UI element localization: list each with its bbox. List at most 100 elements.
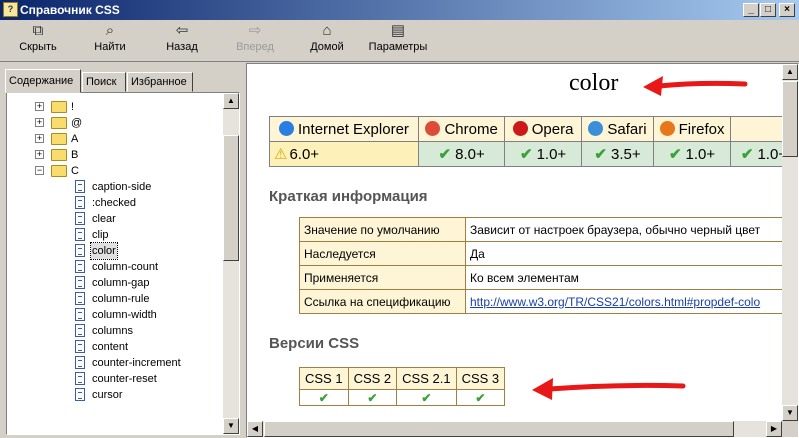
- tree-item[interactable]: color: [7, 242, 217, 260]
- safari-icon: [588, 120, 604, 136]
- tree-item-label: color: [90, 242, 118, 260]
- hide-button[interactable]: ⧉ Скрыть: [16, 22, 60, 60]
- check-icon: ✔: [438, 146, 452, 163]
- document-icon: [75, 244, 85, 257]
- find-button[interactable]: ⌕ Найти: [88, 22, 132, 60]
- collapse-icon[interactable]: −: [35, 166, 44, 175]
- css-version-label: CSS 2: [347, 367, 398, 390]
- home-button[interactable]: ⌂ Домой: [304, 22, 350, 60]
- summary-key: Наследуется: [299, 241, 466, 266]
- options-icon: ▤: [390, 22, 406, 39]
- ie-icon: [279, 120, 295, 136]
- tree-folder[interactable]: +!: [7, 99, 217, 115]
- tree-item[interactable]: column-gap: [7, 275, 217, 291]
- tree-item-label: clip: [92, 229, 109, 241]
- browser-version: 1.0+: [685, 146, 716, 163]
- tab-favorites[interactable]: Избранное: [127, 72, 193, 92]
- minimize-button[interactable]: _: [743, 3, 759, 17]
- tree-folder-label: B: [71, 149, 79, 161]
- css-version-label: CSS 3: [455, 367, 506, 390]
- tree-item[interactable]: column-width: [7, 307, 217, 323]
- content-scroll-down-button[interactable]: ▼: [782, 405, 798, 421]
- content-hscrollbar[interactable]: ◀ ▶: [247, 421, 782, 437]
- document-icon: [75, 324, 85, 337]
- tree-item[interactable]: counter-increment: [7, 355, 217, 371]
- maximize-button[interactable]: □: [760, 3, 776, 17]
- folder-icon: [51, 101, 67, 113]
- home-icon: ⌂: [322, 22, 332, 39]
- tree-folder[interactable]: + B: [7, 147, 217, 163]
- check-icon: ✔: [740, 146, 754, 163]
- expand-icon[interactable]: +: [35, 102, 44, 111]
- tree-folder[interactable]: + @: [7, 115, 217, 131]
- tree-item[interactable]: columns: [7, 323, 217, 339]
- document-icon: [75, 308, 85, 321]
- scroll-left-button[interactable]: ◀: [247, 421, 263, 437]
- tree-item-label: columns: [92, 325, 133, 337]
- expand-icon[interactable]: +: [35, 134, 44, 143]
- summary-value: http://www.w3.org/TR/CSS21/colors.html#p…: [465, 289, 796, 314]
- hide-pane-icon: ⧉: [32, 22, 44, 39]
- tree-item[interactable]: content: [7, 339, 217, 355]
- browser-header-cell: Firefox: [653, 116, 731, 142]
- back-button[interactable]: ⇦ Назад: [160, 22, 204, 60]
- scroll-up-button[interactable]: ▲: [223, 93, 239, 109]
- document-icon: [75, 196, 85, 209]
- page-title: color: [569, 70, 619, 96]
- browser-name: Chrome: [444, 120, 498, 138]
- tree-item[interactable]: clip: [7, 227, 217, 243]
- document-icon: [75, 372, 85, 385]
- tree-item[interactable]: cursor: [7, 387, 217, 403]
- tree-item[interactable]: column-count: [7, 259, 217, 275]
- summary-row: Наследуется Да: [299, 241, 796, 266]
- content-hscroll-thumb[interactable]: [264, 421, 734, 437]
- summary-row: Значение по умолчанию Зависит от настроек…: [299, 217, 796, 242]
- tree-item-label: column-count: [92, 261, 159, 273]
- tree-item[interactable]: caption-side: [7, 179, 217, 195]
- browser-version-cell: ✔ 1.0+: [504, 141, 582, 167]
- back-arrow-icon: ⇦: [175, 22, 189, 39]
- tree-folder[interactable]: + A: [7, 131, 217, 147]
- browser-version: 6.0+: [289, 146, 320, 163]
- document-icon: [75, 292, 85, 305]
- close-button[interactable]: ×: [779, 3, 795, 17]
- tree-item[interactable]: :checked: [7, 195, 217, 211]
- summary-key: Значение по умолчанию: [299, 217, 466, 242]
- tree-folder[interactable]: − C: [7, 163, 217, 179]
- content-scroll-thumb[interactable]: [782, 81, 798, 157]
- summary-heading: Краткая информация: [269, 188, 428, 205]
- content-scrollbar[interactable]: ▲ ▼: [782, 64, 798, 421]
- scroll-thumb[interactable]: [223, 135, 239, 261]
- forward-button[interactable]: ⇨ Вперед: [232, 22, 278, 60]
- browser-header-cell: Safari: [580, 116, 655, 142]
- tree-folder-label: @: [71, 117, 83, 129]
- css-version-label: CSS 1: [299, 367, 349, 390]
- tree-item[interactable]: clear: [7, 211, 217, 227]
- summary-key: Применяется: [299, 265, 466, 290]
- check-icon: ✔: [520, 146, 533, 163]
- tree-item-label: clear: [92, 213, 116, 225]
- contents-tree: +! + @ + A + B − Ccaption-side:checked clear clip c…: [6, 92, 240, 435]
- firefox-icon: [659, 120, 675, 136]
- expand-icon[interactable]: +: [35, 118, 44, 127]
- tab-contents[interactable]: Содержание: [5, 69, 81, 93]
- tree-item[interactable]: counter-reset: [7, 371, 217, 387]
- document-icon: [75, 180, 85, 193]
- check-icon: ✔: [396, 389, 457, 406]
- tab-search[interactable]: Поиск: [82, 72, 126, 92]
- open-folder-icon: [51, 165, 67, 177]
- scroll-right-button[interactable]: ▶: [766, 421, 782, 437]
- browser-version-cell: ⚠ 6.0+: [269, 141, 419, 167]
- tree-item[interactable]: column-rule: [7, 291, 217, 307]
- red-arrow-versions: [532, 378, 686, 400]
- css-versions-table: CSS 1 CSS 2 CSS 2.1 CSS 3 ✔ ✔ ✔ ✔: [299, 367, 506, 406]
- spec-link[interactable]: http://www.w3.org/TR/CSS21/colors.html#p…: [470, 295, 760, 309]
- forward-arrow-icon: ⇨: [248, 22, 262, 39]
- scroll-down-button[interactable]: ▼: [223, 418, 239, 434]
- tree-scrollbar[interactable]: ▲ ▼: [223, 93, 239, 434]
- expand-icon[interactable]: +: [35, 150, 44, 159]
- content-scroll-up-button[interactable]: ▲: [782, 64, 798, 80]
- scroll-corner: [782, 421, 798, 437]
- folder-icon: [51, 117, 67, 129]
- options-button[interactable]: ▤ Параметры: [366, 22, 430, 60]
